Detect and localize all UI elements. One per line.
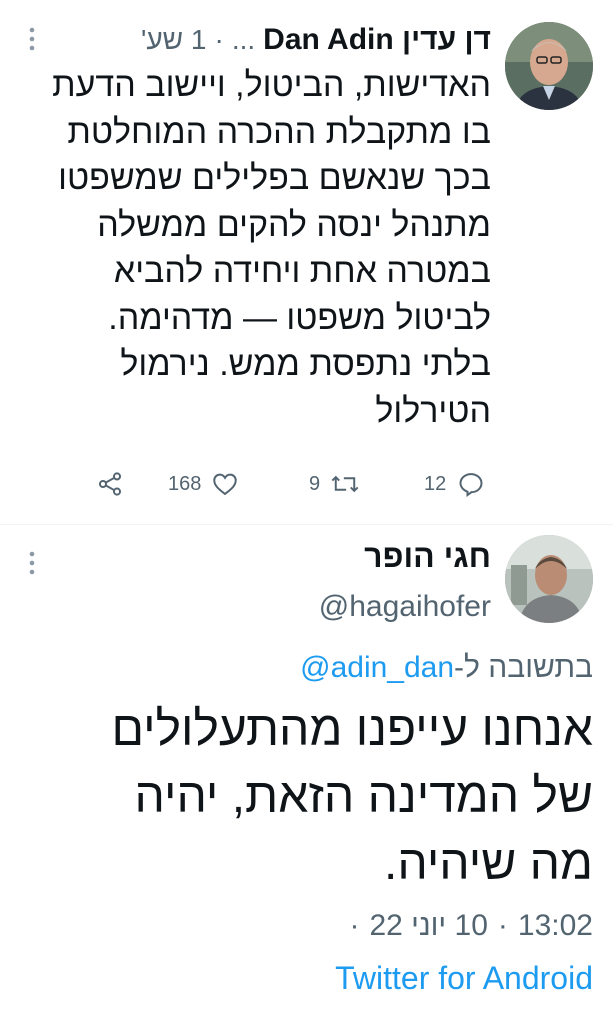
like-count: 168 <box>168 472 202 495</box>
tweet-text-line: במטרה אחת ויחידה להביא <box>113 252 491 290</box>
avatar[interactable] <box>505 22 593 110</box>
retweet-button[interactable]: 9 <box>309 462 360 506</box>
meta-separator: · <box>497 909 508 942</box>
tweet-actions: 168 9 12 <box>0 462 613 506</box>
reply-button[interactable]: 12 <box>424 462 486 506</box>
reply-context: בתשובה ל-@adin_dan <box>300 646 593 690</box>
author-name[interactable]: דן עדין Dan Adin <box>263 23 491 57</box>
retweet-count: 9 <box>309 472 321 495</box>
tweet-source-link[interactable]: Twitter for Android <box>335 956 593 1000</box>
tweet-date[interactable]: 10 יוני 22 <box>369 904 487 948</box>
author-handle[interactable]: @hagaihofer <box>319 587 491 627</box>
tweet-text-line: מה שיהיה. <box>384 837 593 890</box>
reply-icon <box>459 473 483 498</box>
tweet-time[interactable]: 13:02 <box>518 904 593 948</box>
like-button[interactable]: 168 <box>168 462 239 506</box>
tweet-text-line: של המדינה הזאת, יהיה <box>134 770 593 823</box>
author-handle[interactable]: ... <box>232 24 255 56</box>
more-icon[interactable] <box>22 24 42 54</box>
like-icon <box>213 473 238 496</box>
author-name[interactable]: חגי הופר <box>364 536 491 576</box>
header-separator: · <box>214 24 224 55</box>
share-button[interactable] <box>96 462 124 506</box>
avatar[interactable] <box>505 535 593 623</box>
avatar-photo <box>505 535 593 623</box>
retweet-icon <box>331 475 359 493</box>
reply-mention-link[interactable]: @adin_dan <box>300 651 454 684</box>
tweet-meta: · 10 יוני 22 · 13:02 <box>349 904 593 948</box>
avatar-photo <box>505 22 593 110</box>
divider <box>0 524 613 525</box>
share-icon <box>98 472 122 496</box>
tweet-text-line: בלתי נתפסת ממש. נירמול <box>120 345 491 383</box>
tweet-time[interactable]: 1 שע' <box>141 24 206 56</box>
tweet-header: דן עדין Dan Adin ... · 1 שע' <box>141 22 491 58</box>
tweet-text-line: בו מתקבלת ההכרה המוחלטת <box>67 112 491 151</box>
tweet-text-line: בכך שנאשם בפלילים שמשפטו <box>58 159 491 197</box>
more-icon[interactable] <box>22 548 42 578</box>
tweet-text: האדישות, הביטול, ויישוב הדעת בו מתקבלת ה… <box>21 62 491 434</box>
tweet-text-line: האדישות, הביטול, ויישוב הדעת <box>52 66 491 104</box>
tweet-text-line: הטירלול <box>375 391 491 430</box>
tweet-card[interactable]: דן עדין Dan Adin ... · 1 שע' האדישות, הב… <box>0 0 613 520</box>
tweet-text-line: מתנהל ינסה להקים ממשלה <box>97 205 491 244</box>
tweet-text: אנחנו עייפנו מהתעלולים של המדינה הזאת, י… <box>18 696 594 897</box>
meta-separator: · <box>349 909 360 942</box>
tweet-text-line: לביטול משפטו — מדהימה. <box>108 298 491 337</box>
reply-count: 12 <box>424 472 447 495</box>
reply-prefix: בתשובה ל- <box>454 651 593 684</box>
tweet-text-line: אנחנו עייפנו מהתעלולים <box>111 703 594 756</box>
